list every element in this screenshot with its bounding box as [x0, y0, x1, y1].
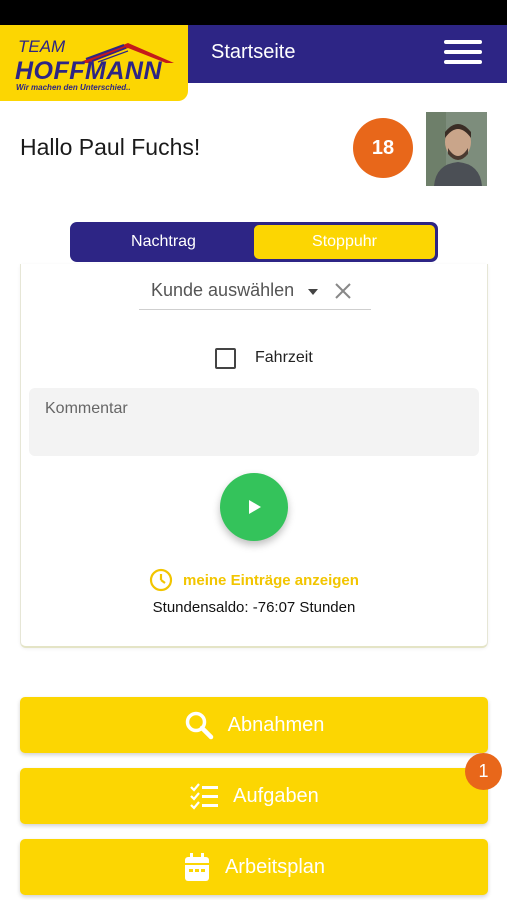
logo-name-text: HOFFMANN [15, 57, 163, 85]
timer-card: Kunde auswählen Fahrzeit meine Einträge … [20, 264, 488, 648]
company-logo[interactable]: TEAM HOFFMANN Wir machen den Unterschied… [0, 25, 188, 101]
search-icon [185, 711, 213, 740]
customer-select-label: Kunde auswählen [151, 280, 295, 300]
logo-team-text: TEAM [18, 37, 66, 56]
greeting-text: Hallo Paul Fuchs! [20, 134, 201, 160]
arbeitsplan-label: Arbeitsplan [224, 855, 326, 878]
arbeitsplan-button[interactable]: Arbeitsplan [20, 839, 488, 895]
aufgaben-button[interactable]: Aufgaben [20, 768, 488, 824]
abnahmen-label: Abnahmen [227, 713, 325, 736]
clock-icon [149, 568, 173, 592]
fahrzeit-checkbox[interactable] [215, 348, 236, 369]
tab-nachtrag[interactable]: Nachtrag [73, 225, 254, 259]
customer-select[interactable]: Kunde auswählen [139, 278, 371, 310]
notification-badge[interactable]: 18 [353, 118, 413, 178]
play-icon [249, 500, 261, 514]
logo-tagline: Wir machen den Unterschied.. [16, 83, 131, 92]
status-bar [0, 0, 507, 25]
hamburger-menu-icon[interactable] [444, 40, 482, 68]
show-entries-label: meine Einträge anzeigen [183, 571, 359, 589]
hours-balance: Stundensaldo: -76:07 Stunden [152, 599, 356, 616]
aufgaben-label: Aufgaben [233, 784, 319, 807]
aufgaben-badge: 1 [465, 753, 502, 790]
comment-field[interactable] [29, 388, 479, 456]
start-timer-button[interactable] [220, 473, 288, 541]
page-title: Startseite [211, 41, 296, 63]
clear-icon[interactable] [332, 280, 354, 302]
mode-toggle: Nachtrag Stoppuhr [70, 222, 438, 262]
avatar[interactable] [426, 112, 487, 186]
fahrzeit-label: Fahrzeit [255, 349, 313, 366]
show-entries-link[interactable]: meine Einträge anzeigen [21, 568, 487, 592]
dropdown-arrow-icon [308, 289, 318, 295]
checklist-icon [190, 783, 219, 810]
calendar-icon [184, 853, 209, 881]
tab-stoppuhr[interactable]: Stoppuhr [254, 225, 435, 259]
abnahmen-button[interactable]: Abnahmen [20, 697, 488, 753]
